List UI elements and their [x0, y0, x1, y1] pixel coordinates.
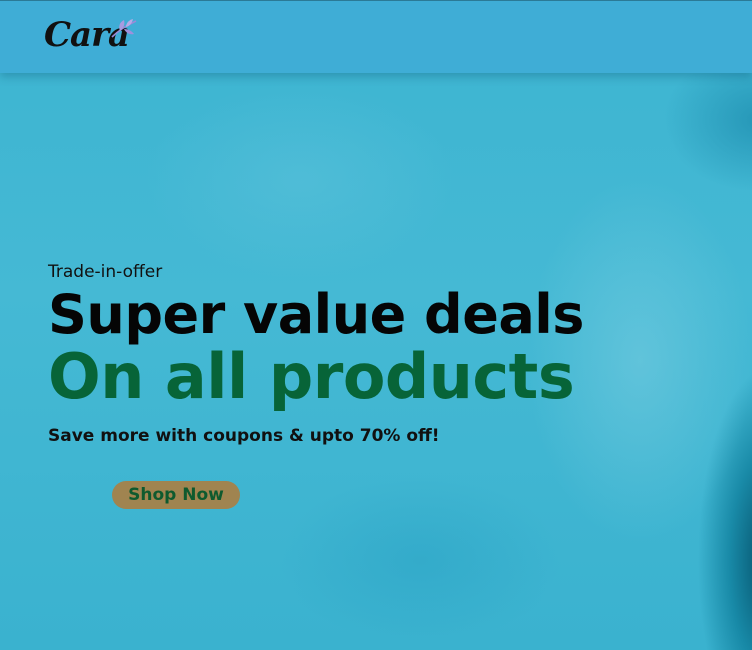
page: Cara Trade-in-offer Super value deals On…: [0, 0, 752, 650]
hero-eyebrow: Trade-in-offer: [48, 262, 163, 282]
brand-logo[interactable]: Cara: [44, 15, 137, 59]
hero-content: Trade-in-offer Super value deals On all …: [48, 260, 584, 448]
shop-now-button[interactable]: Shop Now: [112, 481, 240, 509]
hero-headline: Super value deals: [48, 283, 584, 346]
site-header: Cara: [0, 0, 752, 73]
hero-tagline: Save more with coupons & upto 70% off!: [48, 426, 440, 446]
leaf-icon: [111, 19, 137, 38]
hero-subheadline: On all products: [48, 340, 575, 413]
